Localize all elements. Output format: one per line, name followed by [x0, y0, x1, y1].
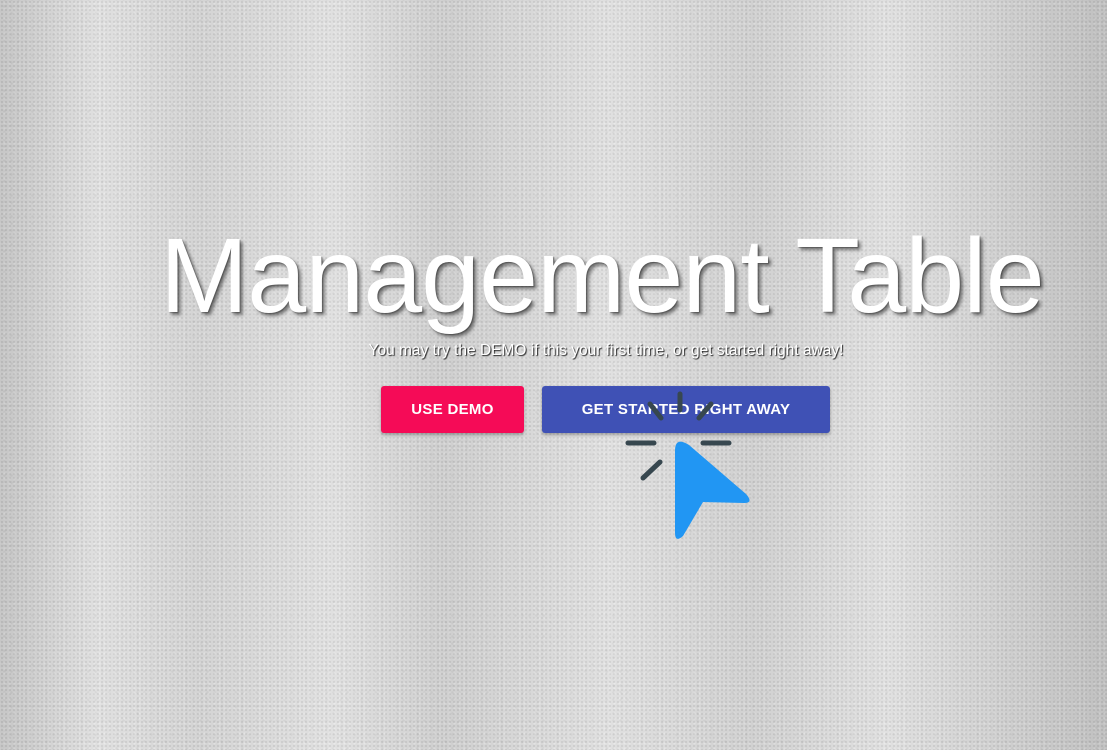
page-title: Management Table [160, 217, 1045, 335]
pointer-arrow-icon [675, 441, 750, 539]
get-started-button[interactable]: GET STARTED RIGHT AWAY [542, 386, 830, 433]
page-subtitle: You may try the DEMO if this your first … [368, 342, 844, 359]
use-demo-button[interactable]: USE DEMO [381, 386, 524, 433]
